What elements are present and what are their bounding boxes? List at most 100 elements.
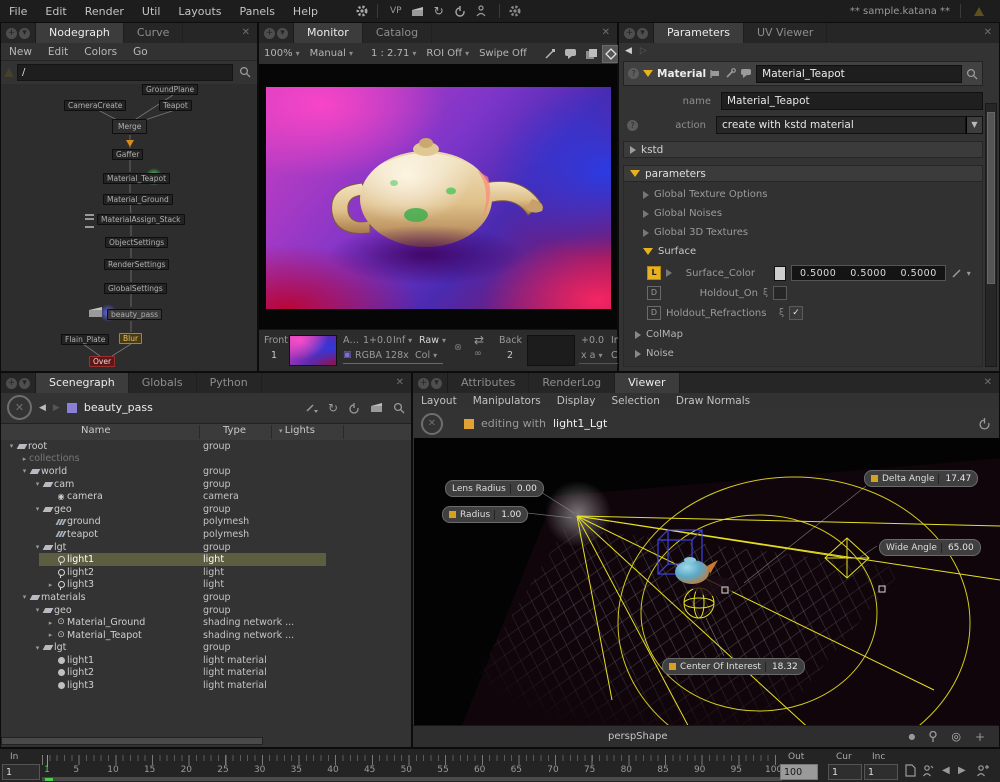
group-noise[interactable]: Noise (635, 348, 674, 359)
pen-icon[interactable] (305, 402, 318, 413)
tree-row-materials-lgt[interactable]: ▾lgtgroup (1, 642, 411, 655)
hud-center-of-interest[interactable]: Center Of Interest18.32 (662, 658, 805, 675)
tree-row-light3[interactable]: ▸light3light (1, 579, 411, 592)
tree-row-cam[interactable]: ▾camgroup (1, 478, 411, 491)
node-blur[interactable]: Blur (119, 333, 142, 344)
in-field[interactable] (2, 764, 40, 780)
tree-row-light1-material[interactable]: light1light material (1, 654, 411, 667)
swipe-select[interactable]: Swipe Off (474, 48, 532, 59)
action-dropdown[interactable]: create with kstd material (716, 116, 966, 134)
tree-row-world[interactable]: ▾worldgroup (1, 465, 411, 478)
vw-menu-selection[interactable]: Selection (604, 395, 668, 407)
back-exposure[interactable]: +0.0 (581, 335, 604, 346)
tab-scenegraph[interactable]: Scenegraph (36, 373, 129, 393)
column-lights[interactable]: ▾ Lights (279, 425, 315, 436)
tree-row-material-ground[interactable]: ▸⊙Material_Groundshading network ... (1, 616, 411, 629)
tab-python[interactable]: Python (197, 373, 262, 393)
ng-menu-go[interactable]: Go (125, 46, 156, 58)
group-surface[interactable]: Surface (643, 246, 696, 257)
search-icon[interactable] (233, 66, 257, 78)
front-raw[interactable]: Raw (419, 335, 446, 346)
tree-row-lgt[interactable]: ▾lgtgroup (1, 541, 411, 554)
color-values[interactable]: 0.5000 0.5000 0.5000 (791, 265, 946, 281)
collapse-icon[interactable] (643, 70, 653, 77)
lock-icon[interactable]: ▣ (343, 350, 352, 360)
hud-radius[interactable]: Radius1.00 (442, 506, 528, 523)
vw-menu-layout[interactable]: Layout (413, 395, 465, 407)
back-xa[interactable]: x a (581, 350, 602, 361)
node-over[interactable]: Over (89, 356, 115, 367)
panel-controls[interactable]: +▾ (1, 23, 36, 43)
clear-view-icon[interactable]: ✕ (7, 395, 32, 420)
node-materialassign[interactable]: MaterialAssign_Stack (97, 214, 185, 225)
local-badge[interactable]: L (647, 266, 661, 280)
hud-lens-radius[interactable]: Lens Radius0.00 (445, 480, 544, 497)
scrollbar[interactable] (985, 103, 997, 367)
warning-icon[interactable] (974, 7, 984, 16)
power-icon[interactable] (978, 417, 991, 430)
layers-icon[interactable] (581, 48, 602, 60)
default-badge[interactable]: D (647, 306, 661, 320)
back-thumbnail[interactable] (527, 335, 575, 366)
slate-icon[interactable] (370, 402, 383, 413)
comment-icon[interactable] (560, 48, 581, 60)
eyedropper-icon[interactable] (540, 48, 560, 60)
scrollbar[interactable] (1, 737, 263, 745)
menu-help[interactable]: Help (284, 5, 327, 18)
update-mode-select[interactable]: Manual (305, 48, 358, 59)
tree-row-light3-material[interactable]: light3light material (1, 679, 411, 692)
slate-icon[interactable] (406, 6, 429, 17)
tab-curve[interactable]: Curve (124, 23, 183, 43)
node-material-teapot[interactable]: Material_Teapot (103, 173, 170, 184)
chevron-down-icon[interactable]: ▼ (966, 116, 983, 134)
clear-icon[interactable]: ✕ (421, 413, 443, 435)
person-plus-icon[interactable] (976, 764, 989, 777)
close-icon[interactable]: ✕ (389, 373, 411, 393)
tree-row-ground[interactable]: groundpolymesh (1, 516, 411, 529)
parameters-group[interactable]: parameters (623, 165, 983, 182)
camera-name[interactable]: perspShape (608, 731, 667, 742)
pen-icon[interactable] (951, 268, 962, 279)
menu-layouts[interactable]: Layouts (169, 5, 230, 18)
target-icon[interactable]: ◎ (951, 730, 961, 743)
node-beauty-pass[interactable]: beauty_pass (107, 309, 162, 320)
menu-panels[interactable]: Panels (231, 5, 284, 18)
swap-icon[interactable]: ⇄ (474, 333, 484, 347)
tree-row-light2[interactable]: light2light (1, 566, 411, 579)
node-merge[interactable]: Merge (112, 119, 147, 134)
document-icon[interactable] (905, 764, 916, 777)
front-col[interactable]: Col (415, 350, 437, 361)
flag-icon[interactable] (710, 69, 721, 79)
ng-menu-new[interactable]: New (1, 46, 40, 58)
hud-wide-angle[interactable]: Wide Angle65.00 (879, 539, 981, 556)
node-groundplane[interactable]: GroundPlane (142, 84, 198, 95)
node-name-input[interactable] (756, 65, 962, 83)
menu-render[interactable]: Render (76, 5, 133, 18)
node-gaffer[interactable]: Gaffer (112, 149, 143, 160)
front-thumbnail[interactable] (289, 335, 337, 366)
chevron-down-icon[interactable]: ▾ (967, 269, 971, 278)
tab-attributes[interactable]: Attributes (448, 373, 529, 393)
ng-menu-edit[interactable]: Edit (40, 46, 76, 58)
tree-row-light2-material[interactable]: light2light material (1, 667, 411, 680)
panel-controls[interactable]: +▾ (259, 23, 294, 43)
forward-icon[interactable]: ▷ (640, 46, 647, 56)
tab-renderlog[interactable]: RenderLog (529, 373, 615, 393)
tree-row-teapot[interactable]: teapotpolymesh (1, 528, 411, 541)
hud-delta-angle[interactable]: Delta Angle17.47 (864, 470, 978, 487)
color-swatch[interactable] (774, 266, 786, 281)
scroll-strip[interactable] (42, 778, 782, 781)
person-icon[interactable] (471, 5, 491, 17)
column-name[interactable]: Name (81, 425, 111, 436)
node-objectsettings[interactable]: ObjectSettings (105, 237, 168, 248)
refresh-icon[interactable]: ↻ (328, 401, 338, 415)
tab-parameters[interactable]: Parameters (654, 23, 744, 43)
front-channels[interactable]: RGBA 128x (355, 350, 409, 361)
tree-row-root[interactable]: ▾rootgroup (1, 440, 411, 453)
tree-row-material-teapot[interactable]: ▸⊙Material_Teapotshading network ... (1, 629, 411, 642)
front-exposure[interactable]: 1+0.0 (363, 335, 392, 346)
wrench-icon[interactable] (725, 68, 736, 79)
search-icon[interactable] (966, 68, 978, 80)
menu-edit[interactable]: Edit (36, 5, 75, 18)
menu-file[interactable]: File (0, 5, 36, 18)
